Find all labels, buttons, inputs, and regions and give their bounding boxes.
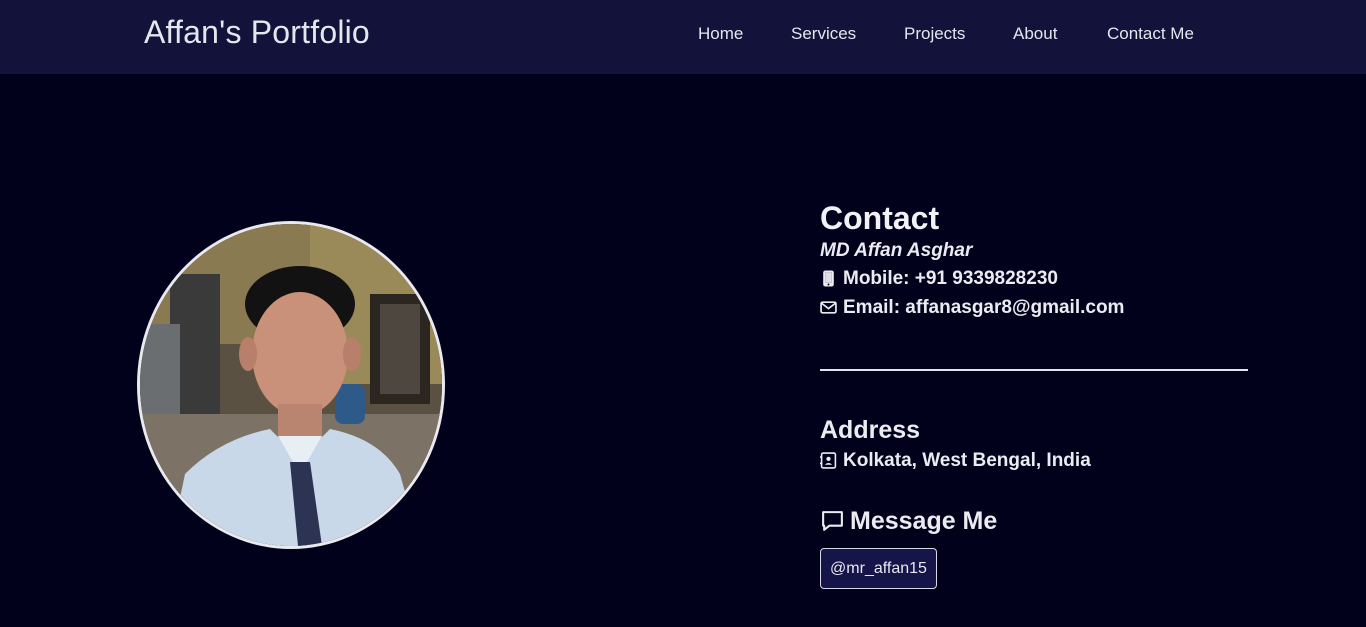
address-line: Kolkata, West Bengal, India	[820, 446, 1250, 475]
contact-name: MD Affan Asghar	[820, 240, 973, 261]
nav-home[interactable]: Home	[698, 24, 743, 44]
mobile-icon	[823, 270, 834, 287]
message-heading: Message Me	[820, 505, 997, 537]
message-handle-button[interactable]: @mr_affan15	[820, 548, 937, 589]
address-book-icon	[820, 452, 837, 469]
email-text: Email: affanasgar8@gmail.com	[843, 297, 1125, 318]
address-section: Address Kolkata, West Bengal, India	[820, 414, 1250, 475]
envelope-icon	[820, 301, 837, 314]
address-heading: Address	[820, 416, 921, 444]
nav-services[interactable]: Services	[791, 24, 856, 44]
nav-projects[interactable]: Projects	[904, 24, 965, 44]
mobile-line: Mobile: +91 9339828230	[820, 264, 1250, 293]
contact-section: Contact MD Affan Asghar Mobile: +91 9339…	[820, 198, 1250, 322]
navbar: Affan's Portfolio Home Services Projects…	[0, 0, 1366, 74]
comment-icon	[822, 510, 843, 531]
profile-photo	[137, 221, 445, 549]
message-heading-text: Message Me	[850, 507, 998, 535]
email-line: Email: affanasgar8@gmail.com	[820, 293, 1250, 322]
contact-heading: Contact	[820, 200, 940, 236]
section-divider	[820, 369, 1248, 371]
mobile-text: Mobile: +91 9339828230	[843, 268, 1058, 289]
nav-about[interactable]: About	[1013, 24, 1057, 44]
nav-menu: Home Services Projects About Contact Me	[0, 24, 1366, 46]
nav-contact-me[interactable]: Contact Me	[1107, 24, 1194, 44]
address-text: Kolkata, West Bengal, India	[843, 450, 1091, 471]
